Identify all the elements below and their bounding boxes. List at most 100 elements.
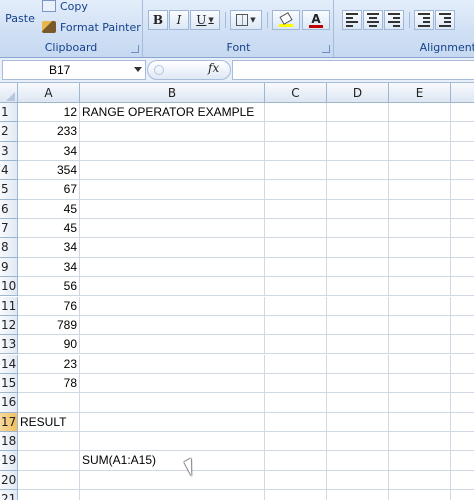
cell-d[interactable] (327, 431, 389, 452)
cell-a[interactable]: 233 (18, 122, 80, 142)
cell-a[interactable] (18, 490, 80, 500)
insert-function-icon[interactable]: fx (208, 61, 219, 75)
cell-e[interactable] (389, 431, 451, 452)
cell-f[interactable] (451, 490, 474, 500)
font-color-button[interactable]: A (302, 10, 330, 30)
cell-d[interactable] (327, 122, 389, 142)
cell-b[interactable] (80, 412, 265, 432)
column-header-a[interactable]: A (18, 83, 80, 103)
cell-b[interactable] (80, 431, 265, 452)
cell-d[interactable] (327, 296, 389, 316)
cell-c[interactable] (265, 470, 327, 490)
cell-e[interactable] (389, 490, 451, 500)
cell-e[interactable] (389, 122, 451, 142)
cell-c[interactable] (265, 103, 327, 123)
cell-a[interactable] (18, 470, 80, 490)
cell-c[interactable] (265, 122, 327, 142)
cell-d[interactable] (327, 412, 389, 432)
cell-c[interactable] (265, 296, 327, 316)
row-header[interactable]: 3 (0, 141, 18, 161)
cell-d[interactable] (327, 277, 389, 297)
cell-f[interactable] (451, 335, 474, 355)
cell-b[interactable] (80, 354, 265, 374)
cell-e[interactable] (389, 315, 451, 336)
copy-button[interactable]: Copy (42, 0, 88, 14)
row-header[interactable]: 11 (0, 296, 18, 316)
cell-b[interactable] (80, 470, 265, 490)
cell-d[interactable] (327, 335, 389, 355)
row-header[interactable]: 2 (0, 122, 18, 142)
cell-c[interactable] (265, 257, 327, 278)
decrease-indent-button[interactable] (414, 10, 434, 30)
row-header[interactable]: 19 (0, 451, 18, 471)
cell-b[interactable] (80, 277, 265, 297)
cell-e[interactable] (389, 335, 451, 355)
column-header-e[interactable]: E (389, 83, 451, 103)
cell-a[interactable]: 12 (18, 103, 80, 123)
cell-b[interactable] (80, 161, 265, 181)
cell-f[interactable] (451, 471, 474, 490)
cell-e[interactable] (389, 238, 451, 258)
cell-d[interactable] (327, 315, 389, 336)
row-header[interactable]: 10 (0, 277, 18, 297)
cell-b[interactable] (80, 141, 265, 161)
column-header-f[interactable] (451, 83, 474, 103)
increase-indent-button[interactable] (435, 10, 455, 30)
column-header-c[interactable]: C (265, 83, 327, 103)
cell-a[interactable]: 76 (18, 296, 80, 316)
cell-c[interactable] (265, 238, 327, 258)
cell-a[interactable]: 56 (18, 277, 80, 297)
cell-d[interactable] (327, 180, 389, 200)
row-header[interactable]: 15 (0, 373, 18, 394)
cell-c[interactable] (265, 199, 327, 220)
row-header[interactable]: 4 (0, 161, 18, 181)
cell-c[interactable] (265, 219, 327, 239)
cell-e[interactable] (389, 393, 451, 413)
cell-f[interactable] (451, 258, 474, 278)
cell-a[interactable]: 354 (18, 161, 80, 181)
cell-d[interactable] (327, 451, 389, 471)
paste-button[interactable]: Paste (2, 8, 38, 38)
cell-f[interactable] (451, 122, 474, 142)
cell-a[interactable]: 67 (18, 180, 80, 200)
cell-d[interactable] (327, 257, 389, 278)
cell-d[interactable] (327, 219, 389, 239)
cell-e[interactable] (389, 451, 451, 471)
cell-c[interactable] (265, 490, 327, 500)
cell-d[interactable] (327, 490, 389, 500)
row-header[interactable]: 20 (0, 470, 18, 490)
cell-a[interactable]: 34 (18, 141, 80, 161)
cell-e[interactable] (389, 219, 451, 239)
cell-a[interactable]: 78 (18, 373, 80, 394)
font-dialog-launcher-icon[interactable] (322, 45, 330, 53)
cell-f[interactable] (451, 432, 474, 452)
cell-d[interactable] (327, 199, 389, 220)
row-header[interactable]: 7 (0, 219, 18, 239)
cell-a[interactable]: 789 (18, 315, 80, 336)
cell-b[interactable]: RANGE OPERATOR EXAMPLE (80, 103, 265, 123)
row-header[interactable]: 18 (0, 431, 18, 452)
cell-e[interactable] (389, 199, 451, 220)
cell-a[interactable]: 45 (18, 219, 80, 239)
format-painter-button[interactable]: Format Painter (42, 19, 141, 35)
chevron-down-icon[interactable] (134, 67, 142, 72)
cell-c[interactable] (265, 412, 327, 432)
cell-b[interactable] (80, 238, 265, 258)
cell-f[interactable] (451, 393, 474, 413)
cell-a[interactable] (18, 393, 80, 413)
cell-b[interactable] (80, 315, 265, 336)
cell-c[interactable] (265, 180, 327, 200)
row-header[interactable]: 17 (0, 412, 18, 432)
fill-color-button[interactable] (272, 10, 300, 30)
cell-e[interactable] (389, 296, 451, 316)
row-header[interactable]: 21 (0, 490, 18, 500)
cell-d[interactable] (327, 238, 389, 258)
cell-a[interactable]: 90 (18, 335, 80, 355)
cell-f[interactable] (451, 374, 474, 394)
cell-c[interactable] (265, 335, 327, 355)
cell-b[interactable] (80, 393, 265, 413)
select-all-button[interactable] (0, 83, 18, 103)
cell-c[interactable] (265, 354, 327, 374)
row-header[interactable]: 13 (0, 335, 18, 355)
row-header[interactable]: 5 (0, 180, 18, 200)
